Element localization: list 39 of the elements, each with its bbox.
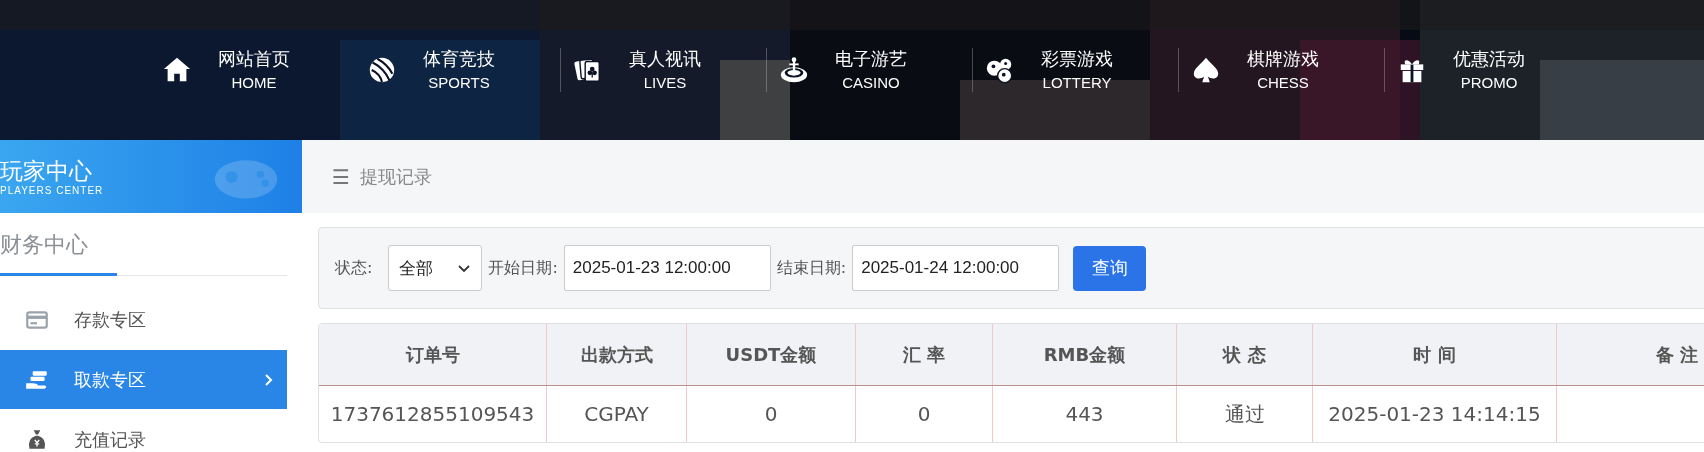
start-date-label: 开始日期: <box>488 257 558 279</box>
column-header: 汇 率 <box>855 324 993 386</box>
table-cell: CGPAY <box>546 385 687 442</box>
menu-item[interactable]: 取款专区 <box>0 350 287 409</box>
section-title: 财务中心 <box>0 213 117 276</box>
spade-icon <box>1191 55 1221 85</box>
nav-link[interactable]: 优惠活动 PROMO <box>1385 46 1590 94</box>
banner-subtitle: PLAYERS CENTER <box>0 185 104 196</box>
column-header: 出款方式 <box>546 324 687 386</box>
column-header: 订单号 <box>319 324 547 386</box>
search-button[interactable]: 查询 <box>1073 245 1147 291</box>
nav-link[interactable]: 电子游艺 CASINO <box>767 46 972 94</box>
column-header: 状 态 <box>1176 324 1313 386</box>
nav-link[interactable]: 网站首页 HOME <box>150 46 355 94</box>
table-cell: 1737612855109543 <box>319 385 547 442</box>
start-date-field[interactable]: 2025-01-23 12:00:00 <box>563 245 771 291</box>
menu-item[interactable]: 存款专区 <box>0 290 287 349</box>
column-header: 时 间 <box>1312 324 1557 386</box>
menu-item[interactable]: 充值记录 <box>0 410 287 452</box>
end-date-label: 结束日期: <box>776 257 847 279</box>
table-cell: 443 <box>992 385 1177 442</box>
status-dropdown[interactable]: 全部 <box>388 245 483 291</box>
table-cell: 通过 <box>1176 385 1313 442</box>
menu-icon[interactable]: ☰ <box>332 164 350 189</box>
table-cell: 2025-01-23 14:14:15 <box>1312 385 1557 442</box>
caret-icon <box>457 263 472 273</box>
nav-link[interactable]: 彩票游戏 LOTTERY <box>973 46 1178 94</box>
roulette-icon <box>779 55 809 85</box>
table-cell: 0 <box>855 385 993 442</box>
chevron-icon <box>263 372 273 387</box>
page-title: 提现记录 <box>359 164 432 189</box>
status-label: 状态: <box>335 257 373 279</box>
column-header: USDT金额 <box>686 324 856 386</box>
ball-icon <box>367 55 397 85</box>
column-header: 备 注 <box>1556 324 1704 386</box>
column-header: RMB金额 <box>992 324 1177 386</box>
table-cell: 0 <box>686 385 856 442</box>
end-date-field[interactable]: 2025-01-24 12:00:00 <box>852 245 1060 291</box>
banner-title: 玩家中心 <box>0 157 92 185</box>
